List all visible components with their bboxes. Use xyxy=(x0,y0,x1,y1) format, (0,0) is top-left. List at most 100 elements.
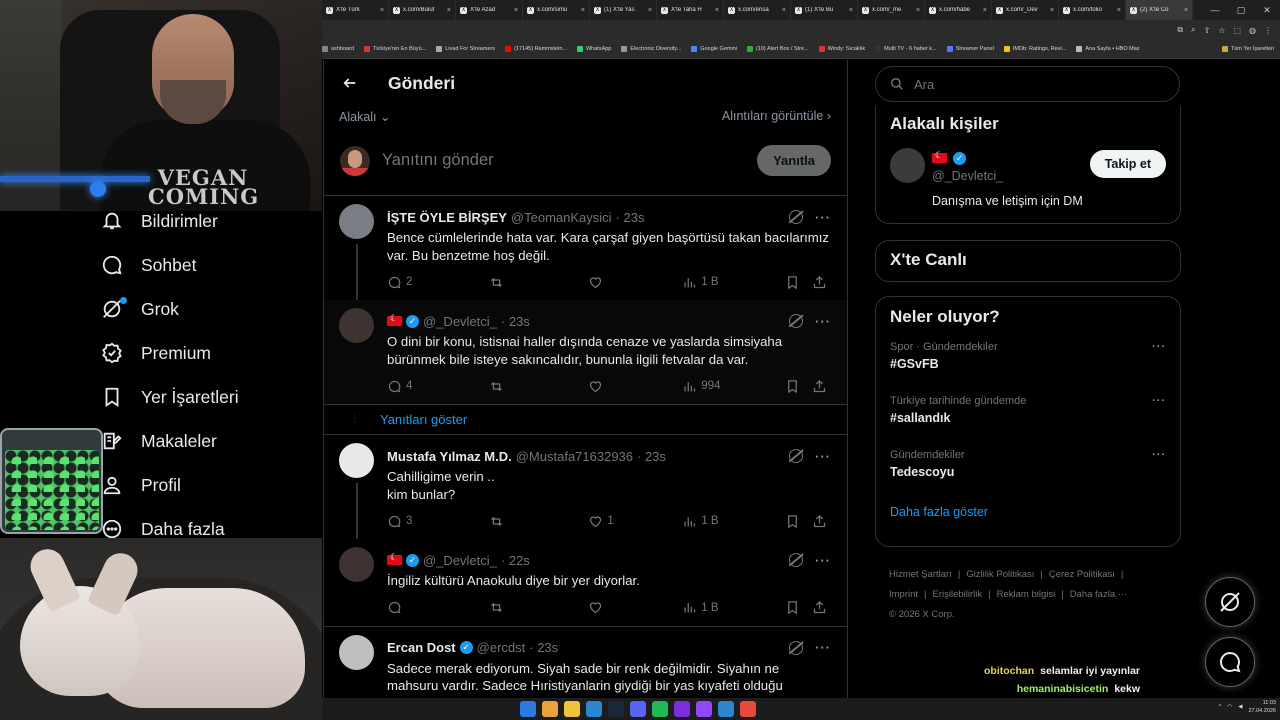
volume-icon[interactable]: ◀ xyxy=(1238,704,1242,710)
close-tab-icon[interactable]: × xyxy=(447,7,451,14)
browser-tab[interactable]: X (1) X'te Bu × xyxy=(791,0,858,20)
share-button[interactable] xyxy=(812,275,831,290)
browser-tab[interactable]: X X'te Türk × xyxy=(322,0,389,20)
avatar[interactable] xyxy=(339,308,374,343)
post-time[interactable]: · 23s xyxy=(529,640,558,655)
close-tab-icon[interactable]: × xyxy=(1117,7,1121,14)
app-icon[interactable] xyxy=(586,701,602,717)
browser-tab[interactable]: Xx.com/simü × xyxy=(523,0,590,20)
reply-post[interactable]: ✓ @_Devletci_ · 22s ··· İngiliz kültürü Anao… xyxy=(324,539,847,627)
star-icon[interactable]: ☆ xyxy=(1218,26,1225,35)
reply-post[interactable]: Ercan Dost ✓ @ercdst · 23s ··· Sadece merak e… xyxy=(324,627,847,698)
browser-tab[interactable]: X X'te Taha H × xyxy=(657,0,724,20)
wifi-icon[interactable]: ◠ xyxy=(1227,704,1232,710)
grok-icon[interactable] xyxy=(789,314,803,328)
post-author-name[interactable]: İŞTE ÖYLE BİRŞEY xyxy=(387,210,507,225)
close-tab-icon[interactable]: × xyxy=(380,7,384,14)
bookmark-item[interactable]: Windy: Sıcaklık xyxy=(818,46,865,52)
maximize-icon[interactable]: ▢ xyxy=(1228,0,1254,20)
browser-tab[interactable]: Xx.com/Bulut × xyxy=(389,0,456,20)
grok-fab[interactable] xyxy=(1205,577,1255,627)
post-time[interactable]: · 22s xyxy=(501,553,530,568)
close-tab-icon[interactable]: × xyxy=(849,7,853,14)
bookmark-button[interactable] xyxy=(785,514,812,529)
repost-button[interactable] xyxy=(489,379,589,394)
more-options-icon[interactable]: ··· xyxy=(1152,395,1166,407)
close-tab-icon[interactable]: × xyxy=(715,7,719,14)
sort-dropdown[interactable]: Alakalı ⌄ xyxy=(339,109,391,124)
grok-icon[interactable] xyxy=(789,553,803,567)
views-button[interactable]: 1 B xyxy=(682,275,785,290)
grok-icon[interactable] xyxy=(789,640,803,655)
clock[interactable]: 11:03 27.04.2026 xyxy=(1248,699,1276,715)
footer-link[interactable]: Hizmet Şartları xyxy=(889,569,952,580)
grok-icon[interactable] xyxy=(789,210,803,224)
bookmark-button[interactable] xyxy=(785,600,812,615)
bookmark-button[interactable] xyxy=(785,379,812,394)
footer-link[interactable]: © 2026 X Corp. xyxy=(889,609,955,620)
browser-tab[interactable]: Xx.com/habe × xyxy=(925,0,992,20)
nav-item-profile[interactable]: Profil xyxy=(100,468,181,502)
close-tab-icon[interactable]: × xyxy=(782,7,786,14)
menu-icon[interactable]: ⋮ xyxy=(1264,26,1272,35)
share-button[interactable] xyxy=(812,600,831,615)
post-handle[interactable]: @Mustafa71632936 xyxy=(516,449,633,464)
like-button[interactable] xyxy=(588,600,682,615)
grok-icon[interactable] xyxy=(789,449,803,463)
browser-tab[interactable]: X (2) X'te Co × xyxy=(1126,0,1193,20)
spotify-icon[interactable] xyxy=(652,701,668,717)
profile-icon[interactable]: ◍ xyxy=(1249,26,1256,35)
trend-item[interactable]: Spor · Gündemdekiler #GSvFB ··· xyxy=(876,341,1180,395)
browser-tab[interactable]: Xx.com/toko × xyxy=(1059,0,1126,20)
app-icon[interactable] xyxy=(718,701,734,717)
share-button[interactable] xyxy=(812,514,831,529)
browser-tab[interactable]: Xx.com/_Dev × xyxy=(992,0,1059,20)
twitch-icon[interactable] xyxy=(696,701,712,717)
more-options-icon[interactable]: ··· xyxy=(1152,341,1166,353)
reply-input[interactable]: Yanıtını gönder xyxy=(382,151,757,170)
reply-post[interactable]: İŞTE ÖYLE BİRŞEY @TeomanKaysici · 23s ··· Be… xyxy=(324,196,847,300)
bookmark-item[interactable]: Electronic Diversity... xyxy=(621,46,681,52)
nav-item-articles[interactable]: Makaleler xyxy=(100,424,217,458)
footer-link[interactable]: Daha fazla ··· xyxy=(1070,589,1128,600)
bookmark-item[interactable]: Google Gemini xyxy=(691,46,737,52)
follow-button[interactable]: Takip et xyxy=(1089,150,1166,178)
post-time[interactable]: · 23s xyxy=(501,314,530,329)
nav-item-chat[interactable]: Sohbet xyxy=(100,248,196,282)
views-button[interactable]: 1 B xyxy=(682,514,785,529)
reply-button[interactable] xyxy=(387,600,489,615)
nav-item-grok[interactable]: Grok xyxy=(100,292,179,326)
live-card[interactable]: X'te Canlı xyxy=(875,240,1181,282)
nav-item-bookmarks[interactable]: Yer İşaretleri xyxy=(100,380,239,414)
app-icon[interactable] xyxy=(740,701,756,717)
post-handle[interactable]: @_Devletci_ xyxy=(423,553,497,568)
repost-button[interactable] xyxy=(489,514,589,529)
reply-button[interactable]: 4 xyxy=(387,379,489,394)
app-icon[interactable] xyxy=(674,701,690,717)
more-options-icon[interactable]: ··· xyxy=(815,553,831,568)
footer-link[interactable]: Reklam bilgisi xyxy=(997,589,1056,600)
bookmark-item[interactable]: ashboard xyxy=(322,46,354,52)
browser-tab[interactable]: X X'te Azad × xyxy=(456,0,523,20)
footer-link[interactable]: Çerez Politikası xyxy=(1049,569,1115,580)
bookmark-item[interactable]: Multi TV - 6 haber k... xyxy=(875,46,937,52)
back-arrow-icon[interactable] xyxy=(340,73,360,93)
all-bookmarks-folder[interactable]: Tüm Yer İşaretleri xyxy=(1221,46,1274,52)
more-options-icon[interactable]: ··· xyxy=(815,449,831,464)
browser-tab[interactable]: X (1) X'te Yas × xyxy=(590,0,657,20)
close-tab-icon[interactable]: × xyxy=(916,7,920,14)
views-button[interactable]: 994 xyxy=(682,379,785,394)
reply-button[interactable]: 3 xyxy=(387,514,489,529)
nav-item-notifications[interactable]: Bildirimler xyxy=(100,204,218,238)
cast-icon[interactable]: ⧉ xyxy=(1177,25,1183,35)
reply-button[interactable]: 2 xyxy=(387,275,489,290)
like-button[interactable] xyxy=(588,275,682,290)
post-time[interactable]: · 23s xyxy=(637,449,666,464)
tray-icon[interactable]: ^ xyxy=(1219,704,1222,710)
bookmark-item[interactable]: Ana Sayfa • HBO Max xyxy=(1076,46,1140,52)
avatar[interactable] xyxy=(339,204,374,239)
show-replies-link[interactable]: · · · Yanıtları göster xyxy=(324,405,847,435)
close-tab-icon[interactable]: × xyxy=(648,7,652,14)
close-tab-icon[interactable]: × xyxy=(514,7,518,14)
related-person[interactable]: ✓ @_Devletci_ Danışma ve letişim için DM… xyxy=(876,134,1180,218)
